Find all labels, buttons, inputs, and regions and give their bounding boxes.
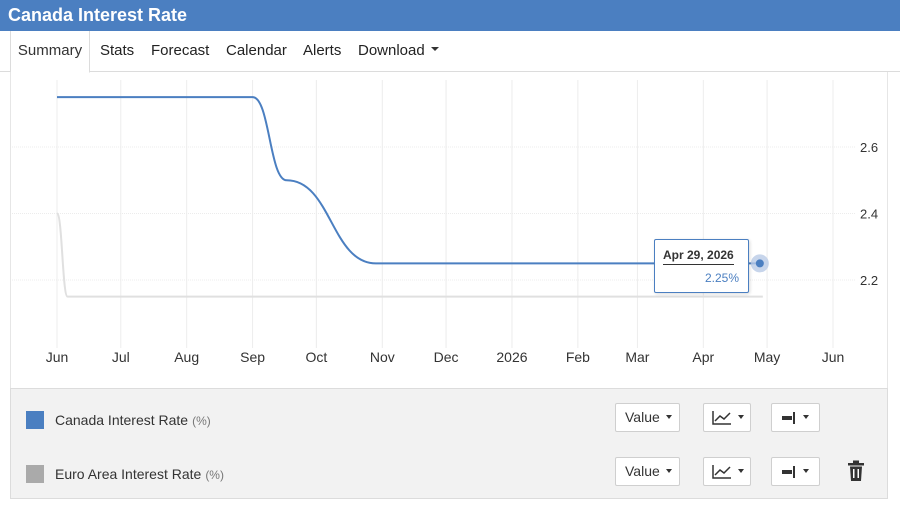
y-axis-labels: 2.2 2.4 2.6 [860, 140, 878, 288]
chevron-down-icon [665, 469, 672, 474]
chevron-down-icon [738, 469, 744, 474]
x-tick-label: Jul [112, 349, 130, 365]
page-title: Canada Interest Rate [8, 5, 188, 25]
y-tick-label: 2.4 [860, 207, 878, 222]
x-tick-label: Feb [566, 349, 590, 365]
x-tick-label: Jun [46, 349, 69, 365]
tab-bar: Summary Stats Forecast Calendar Alerts D… [0, 31, 900, 73]
axis-toggle-icon [782, 412, 795, 425]
tab-download[interactable]: Download [358, 31, 439, 72]
series-name: Euro Area Interest Rate (%) [55, 466, 224, 482]
x-tick-label: Dec [434, 349, 459, 365]
tab-forecast[interactable]: Forecast [151, 31, 209, 72]
x-tick-label: Mar [625, 349, 649, 365]
tab-summary[interactable]: Summary [10, 31, 90, 73]
tab-alerts[interactable]: Alerts [303, 31, 341, 72]
tab-calendar[interactable]: Calendar [226, 31, 287, 72]
y-tick-label: 2.6 [860, 140, 878, 155]
x-tick-label: May [754, 349, 780, 365]
x-tick-label: Apr [692, 349, 714, 365]
title-bar: Canada Interest Rate [0, 0, 900, 31]
line-chart-icon [712, 465, 731, 480]
series-name-text: Canada Interest Rate [55, 412, 189, 428]
highlight-markers [750, 254, 769, 273]
x-axis-labels: Jun Jul Aug Sep Oct Nov Dec 2026 Feb Mar Apr May Jun [46, 349, 845, 365]
chevron-down-icon [803, 469, 809, 474]
legend-row: Canada Interest Rate (%) Value [11, 391, 887, 445]
series-unit: (%) [205, 468, 224, 482]
chart-type-dropdown[interactable] [703, 457, 751, 486]
x-tick-label: Oct [305, 349, 327, 365]
tab-download-label: Download [358, 42, 425, 59]
chart-tooltip: Apr 29, 2026 2.25% [654, 239, 749, 293]
series-color-swatch[interactable] [26, 411, 44, 429]
x-tick-label: Sep [240, 349, 265, 365]
x-tick-label: Aug [174, 349, 199, 365]
tab-stats[interactable]: Stats [100, 31, 134, 72]
chevron-down-icon [803, 415, 809, 420]
x-tick-label: Nov [370, 349, 395, 365]
chevron-down-icon [738, 415, 744, 420]
chart-type-dropdown[interactable] [703, 403, 751, 432]
axis-dropdown[interactable] [771, 457, 820, 486]
line-chart-icon [712, 411, 731, 426]
tooltip-date: Apr 29, 2026 [663, 248, 734, 265]
axis-toggle-icon [782, 466, 795, 479]
series-color-swatch[interactable] [26, 465, 44, 483]
value-dropdown[interactable]: Value [615, 403, 680, 432]
value-dropdown-label: Value [625, 409, 660, 425]
x-tick-label: Jun [822, 349, 845, 365]
legend-row: Euro Area Interest Rate (%) Value [11, 445, 887, 499]
value-dropdown-label: Value [625, 463, 660, 479]
x-tick-label: 2026 [496, 349, 527, 365]
series-unit: (%) [192, 414, 211, 428]
chevron-down-icon [665, 415, 672, 420]
series-name-text: Euro Area Interest Rate [55, 466, 202, 482]
trash-icon[interactable] [847, 460, 865, 482]
axis-dropdown[interactable] [771, 403, 820, 432]
y-tick-label: 2.2 [860, 273, 878, 288]
line-chart: Jun Jul Aug Sep Oct Nov Dec 2026 Feb Mar Apr May Jun… [12, 80, 878, 365]
highlight-marker-point [755, 259, 764, 268]
tooltip-value: 2.25% [704, 271, 739, 285]
series-legend: Canada Interest Rate (%) Value Euro Area … [10, 388, 888, 499]
value-dropdown[interactable]: Value [615, 457, 680, 486]
chevron-down-icon [430, 47, 439, 52]
series-name: Canada Interest Rate (%) [55, 412, 211, 428]
